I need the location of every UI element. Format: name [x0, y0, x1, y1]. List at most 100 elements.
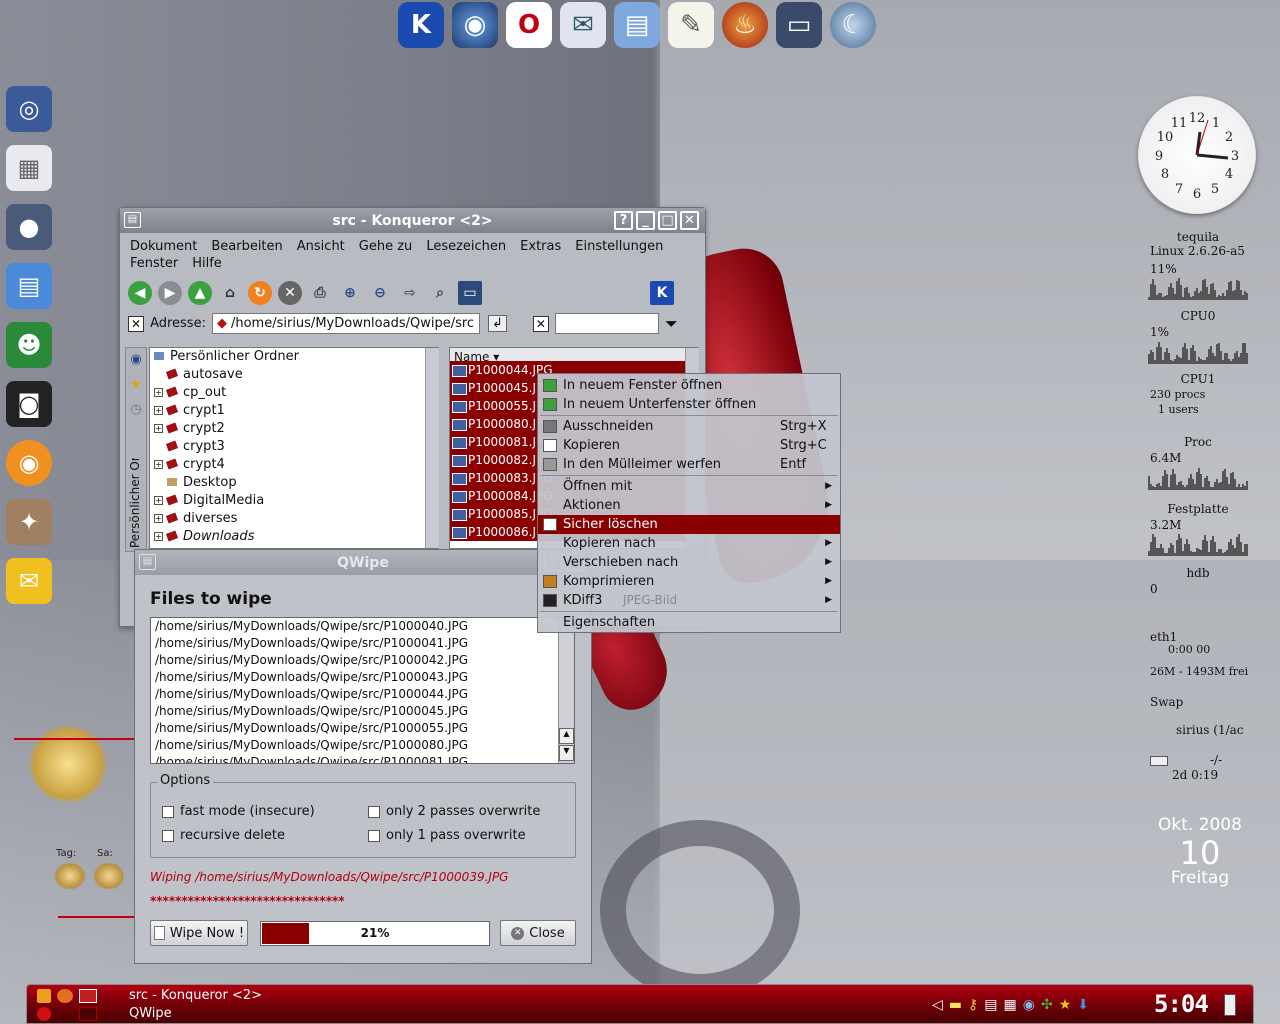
tree-item[interactable]: + diverses	[154, 510, 434, 528]
konqueror-task-icon[interactable]	[79, 989, 97, 1003]
expander-icon[interactable]: +	[154, 496, 163, 505]
network-icon[interactable]: ◉	[1023, 997, 1035, 1013]
close-button[interactable]: ✕	[680, 211, 699, 230]
expander-icon[interactable]: +	[154, 460, 163, 469]
context-item-komprimieren[interactable]: Komprimieren ▶	[538, 572, 840, 591]
menu-gehe-zu[interactable]: Gehe zu	[359, 239, 413, 254]
home-icon[interactable]: ⌂	[218, 281, 242, 305]
video-icon[interactable]: ●	[6, 204, 52, 250]
notes-icon[interactable]: ✎	[668, 2, 714, 48]
wipe-list-scrollbar[interactable]: ▲ ▼	[558, 618, 574, 763]
back-icon[interactable]: ◀	[128, 281, 152, 305]
history-icon[interactable]: ◷	[126, 402, 146, 417]
clover-icon[interactable]: ✣	[1041, 997, 1053, 1013]
wipe-file-row[interactable]: /home/sirius/MyDownloads/Qwipe/src/P1000…	[155, 618, 570, 635]
expander-icon[interactable]: +	[154, 388, 163, 397]
wipe-file-row[interactable]: /home/sirius/MyDownloads/Qwipe/src/P1000…	[155, 720, 570, 737]
context-item-in-neuem-unterfenster-öffnen[interactable]: In neuem Unterfenster öffnen	[538, 395, 840, 414]
monitor-icon[interactable]: ▭	[776, 2, 822, 48]
filter-icon[interactable]: ⏷	[665, 314, 678, 334]
tree-item[interactable]: + crypt2	[154, 420, 434, 438]
close-qwipe-button[interactable]: ✕ Close	[500, 920, 576, 946]
context-item-in-den-mülleimer-werfen[interactable]: In den Mülleimer werfen Entf	[538, 455, 840, 474]
mail-icon[interactable]: ✉	[560, 2, 606, 48]
print-icon[interactable]: ⎙	[308, 281, 332, 305]
tree-item[interactable]: Persönlicher Ordner	[154, 348, 434, 366]
filer-icon[interactable]: ▤	[614, 2, 660, 48]
calendar-icon[interactable]: ▦	[6, 145, 52, 191]
fire-icon[interactable]: ♨	[722, 2, 768, 48]
context-item-ausschneiden[interactable]: Ausschneiden Strg+X	[538, 417, 840, 436]
clear-search-icon[interactable]: ✕	[532, 315, 549, 332]
opera-icon[interactable]: O	[506, 2, 552, 48]
camera-icon[interactable]: ◙	[6, 381, 52, 427]
tree-item[interactable]: + DigitalMedia	[154, 492, 434, 510]
scroll-down-icon[interactable]: ▼	[559, 745, 574, 761]
menu-einstellungen[interactable]: Einstellungen	[575, 239, 663, 254]
digital-clock[interactable]: 5:04	[1154, 990, 1209, 1018]
star-tray-icon[interactable]: ★	[1059, 997, 1072, 1013]
two-passes-checkbox[interactable]: only 2 passes overwrite	[368, 804, 540, 819]
tree-item[interactable]: crypt3	[154, 438, 434, 456]
tree-item[interactable]: Desktop	[154, 474, 434, 492]
wipe-file-row[interactable]: /home/sirius/MyDownloads/Qwipe/src/P1000…	[155, 737, 570, 754]
kde-icon[interactable]: K	[398, 2, 444, 48]
tree-item[interactable]: + Downloads	[154, 528, 434, 546]
kde-cd-icon[interactable]: ◎	[6, 86, 52, 132]
recursive-delete-checkbox[interactable]: recursive delete	[162, 828, 285, 843]
mail-star-icon[interactable]: ✉	[6, 558, 52, 604]
menu-extras[interactable]: Extras	[520, 239, 561, 254]
sidebar-tab-home[interactable]: Persönlicher Ordner	[128, 458, 146, 548]
forward-icon[interactable]: ▶	[158, 281, 182, 305]
expander-icon[interactable]: +	[154, 532, 163, 541]
battery-icon[interactable]	[1224, 994, 1236, 1016]
one-pass-checkbox[interactable]: only 1 pass overwrite	[368, 828, 526, 843]
lock-icon[interactable]	[37, 989, 51, 1003]
gimp-icon[interactable]: ✦	[6, 499, 52, 545]
task-icon[interactable]	[79, 1007, 97, 1021]
menu-fenster[interactable]: Fenster	[130, 256, 178, 271]
calendar-tray-icon[interactable]: ▦	[1004, 997, 1017, 1013]
wipe-file-row[interactable]: /home/sirius/MyDownloads/Qwipe/src/P1000…	[155, 635, 570, 652]
alien-icon[interactable]: ☻	[6, 322, 52, 368]
task-konqueror[interactable]: src - Konqueror <2>	[129, 988, 262, 1003]
qwipe-titlebar[interactable]: ▤ QWipe ? _	[135, 550, 591, 575]
menu-hilfe[interactable]: Hilfe	[192, 256, 222, 271]
volume-icon[interactable]: ◁	[932, 997, 943, 1013]
help-button[interactable]: ?	[614, 211, 633, 230]
tree-scrollbar[interactable]	[425, 348, 439, 548]
download-icon[interactable]: ⬇	[1077, 997, 1089, 1013]
expander-icon[interactable]: +	[154, 514, 163, 523]
address-input[interactable]: ◆ /home/sirius/MyDownloads/Qwipe/src	[211, 313, 480, 334]
wipe-now-button[interactable]: Wipe Now !	[150, 920, 248, 946]
wipe-file-row[interactable]: /home/sirius/MyDownloads/Qwipe/src/P1000…	[155, 686, 570, 703]
tree-item[interactable]: + crypt4	[154, 456, 434, 474]
context-item-öffnen-mit[interactable]: Öffnen mit ▶	[538, 477, 840, 496]
menu-lesezeichen[interactable]: Lesezeichen	[426, 239, 506, 254]
scroll-up-icon[interactable]: ▲	[559, 728, 574, 744]
wolf-icon[interactable]: ☾	[830, 2, 876, 48]
window-menu-icon[interactable]: ▤	[124, 212, 141, 228]
clear-address-icon[interactable]: ✕	[128, 315, 145, 332]
konqueror-titlebar[interactable]: ▤ src - Konqueror <2> ? _ □ ✕	[120, 208, 705, 233]
notes-tray-icon[interactable]: ▬	[949, 997, 962, 1013]
maximize-button[interactable]: □	[658, 211, 677, 230]
context-item-verschieben-nach[interactable]: Verschieben nach ▶	[538, 553, 840, 572]
context-item-sicher-löschen[interactable]: Sicher löschen	[538, 515, 840, 534]
clipboard-icon[interactable]: ▤	[984, 997, 997, 1013]
context-item-aktionen[interactable]: Aktionen ▶	[538, 496, 840, 515]
filer-icon[interactable]: ▤	[6, 263, 52, 309]
reload-icon[interactable]: ↻	[248, 281, 272, 305]
fast-mode-checkbox[interactable]: fast mode (insecure)	[162, 804, 315, 819]
web-icon[interactable]: ◉	[126, 352, 146, 367]
up-dir-icon[interactable]: ⇨	[398, 281, 422, 305]
globe-icon[interactable]: ◉	[452, 2, 498, 48]
context-item-kopieren-nach[interactable]: Kopieren nach ▶	[538, 534, 840, 553]
minimize-button[interactable]: _	[636, 211, 655, 230]
menu-bearbeiten[interactable]: Bearbeiten	[211, 239, 282, 254]
task-qwipe[interactable]: QWipe	[129, 1006, 172, 1021]
wipe-file-row[interactable]: /home/sirius/MyDownloads/Qwipe/src/P1000…	[155, 754, 570, 763]
bookmark-star-icon[interactable]: ★	[126, 377, 146, 392]
tree-item[interactable]: + crypt1	[154, 402, 434, 420]
firefox-icon[interactable]	[57, 989, 73, 1003]
